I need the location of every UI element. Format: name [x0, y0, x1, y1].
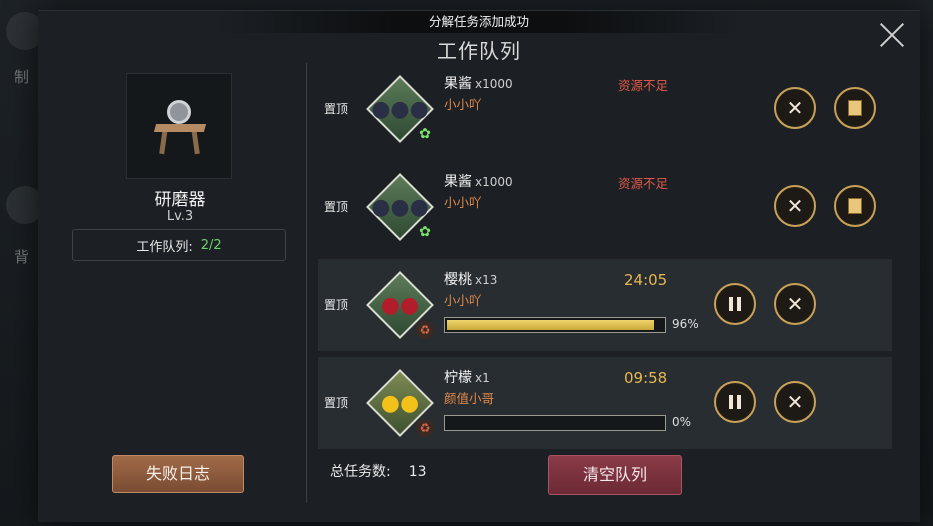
- bag-menu-label: 背: [14, 248, 30, 266]
- work-queue-dialog: 分解任务添加成功 工作队列 研磨器 Lv.3 工作队列: 2/2 失败日志 置顶…: [38, 10, 920, 522]
- cherry-icon: ●● ♻: [366, 271, 434, 339]
- item-owner: 小小吖: [444, 293, 482, 308]
- cancel-task-button[interactable]: ✕: [774, 381, 816, 423]
- pin-to-top-button[interactable]: 置顶: [324, 394, 348, 411]
- recycle-icon: ♻: [416, 321, 434, 339]
- total-tasks: 总任务数: 13: [330, 461, 427, 481]
- close-icon: ✕: [786, 292, 804, 316]
- item-quantity: x1000: [475, 175, 513, 189]
- pause-task-button[interactable]: [714, 381, 756, 423]
- document-icon: [844, 100, 862, 120]
- machine-name: 研磨器: [154, 190, 206, 210]
- cancel-task-button[interactable]: ✕: [774, 87, 816, 129]
- grinder-icon: [153, 96, 207, 156]
- materials-button[interactable]: [834, 87, 876, 129]
- document-icon: [844, 198, 862, 218]
- progress-percent: 0%: [672, 415, 692, 429]
- dialog-title: 工作队列: [437, 39, 521, 63]
- pause-icon: [727, 292, 743, 316]
- queue-capacity-label: 工作队列:: [136, 239, 193, 255]
- cancel-task-button[interactable]: ✕: [774, 283, 816, 325]
- total-tasks-label: 总任务数:: [330, 464, 391, 480]
- green-plant-icon: ✿: [419, 224, 431, 240]
- queue-row: 置顶 ●● ♻ 柠檬 x1 颜值小哥 09:58 0% ✕: [318, 357, 892, 449]
- blueberry-jam-icon: ●●● ✿: [366, 75, 434, 143]
- pause-task-button[interactable]: [714, 283, 756, 325]
- progress-bar: [444, 317, 666, 333]
- queue-row: 置顶 ●●● ✿ 果酱 x1000 小小吖 资源不足 ✕: [318, 161, 892, 253]
- pin-to-top-button[interactable]: 置顶: [324, 100, 348, 117]
- close-icon: ✕: [786, 194, 804, 218]
- close-icon: ✕: [786, 390, 804, 414]
- queue-row: 置顶 ●● ♻ 樱桃 x13 小小吖 24:05 96% ✕: [318, 259, 892, 351]
- pin-to-top-button[interactable]: 置顶: [324, 198, 348, 215]
- materials-button[interactable]: [834, 185, 876, 227]
- countdown-timer: 09:58: [624, 369, 668, 387]
- item-owner: 颜值小哥: [444, 391, 495, 406]
- item-name: 樱桃 x13: [444, 272, 498, 288]
- machine-image-frame: [126, 73, 232, 179]
- item-quantity: x13: [475, 273, 498, 287]
- status-text: 资源不足: [618, 176, 669, 191]
- recycle-icon: ♻: [416, 419, 434, 437]
- item-quantity: x1: [475, 371, 490, 385]
- queue-row: 置顶 ●●● ✿ 果酱 x1000 小小吖 资源不足 ✕: [318, 63, 892, 155]
- queue-capacity-value: 2/2: [200, 237, 222, 253]
- item-owner: 小小吖: [444, 195, 482, 210]
- progress-bar: [444, 415, 666, 431]
- blueberry-jam-icon: ●●● ✿: [366, 173, 434, 241]
- cancel-task-button[interactable]: ✕: [774, 185, 816, 227]
- craft-menu-label: 制: [14, 68, 30, 86]
- toast-message: 分解任务添加成功: [38, 11, 920, 33]
- queue-capacity: 工作队列: 2/2: [72, 229, 286, 261]
- countdown-timer: 24:05: [624, 271, 668, 289]
- close-icon[interactable]: [878, 21, 906, 49]
- machine-level: Lv.3: [166, 209, 194, 224]
- item-name: 柠檬 x1: [444, 370, 490, 386]
- item-name: 果酱 x1000: [444, 174, 513, 190]
- status-text: 资源不足: [618, 78, 669, 93]
- fail-log-button[interactable]: 失败日志: [112, 455, 244, 493]
- progress-fill: [447, 320, 655, 330]
- pause-icon: [727, 390, 743, 414]
- progress-percent: 96%: [672, 317, 699, 331]
- item-owner: 小小吖: [444, 97, 482, 112]
- green-plant-icon: ✿: [419, 126, 431, 142]
- pin-to-top-button[interactable]: 置顶: [324, 296, 348, 313]
- clear-queue-button[interactable]: 清空队列: [548, 455, 682, 495]
- lemon-icon: ●● ♻: [366, 369, 434, 437]
- panel-divider: [306, 63, 307, 503]
- total-tasks-value: 13: [408, 464, 427, 480]
- item-quantity: x1000: [475, 77, 513, 91]
- item-name: 果酱 x1000: [444, 76, 513, 92]
- close-icon: ✕: [786, 96, 804, 120]
